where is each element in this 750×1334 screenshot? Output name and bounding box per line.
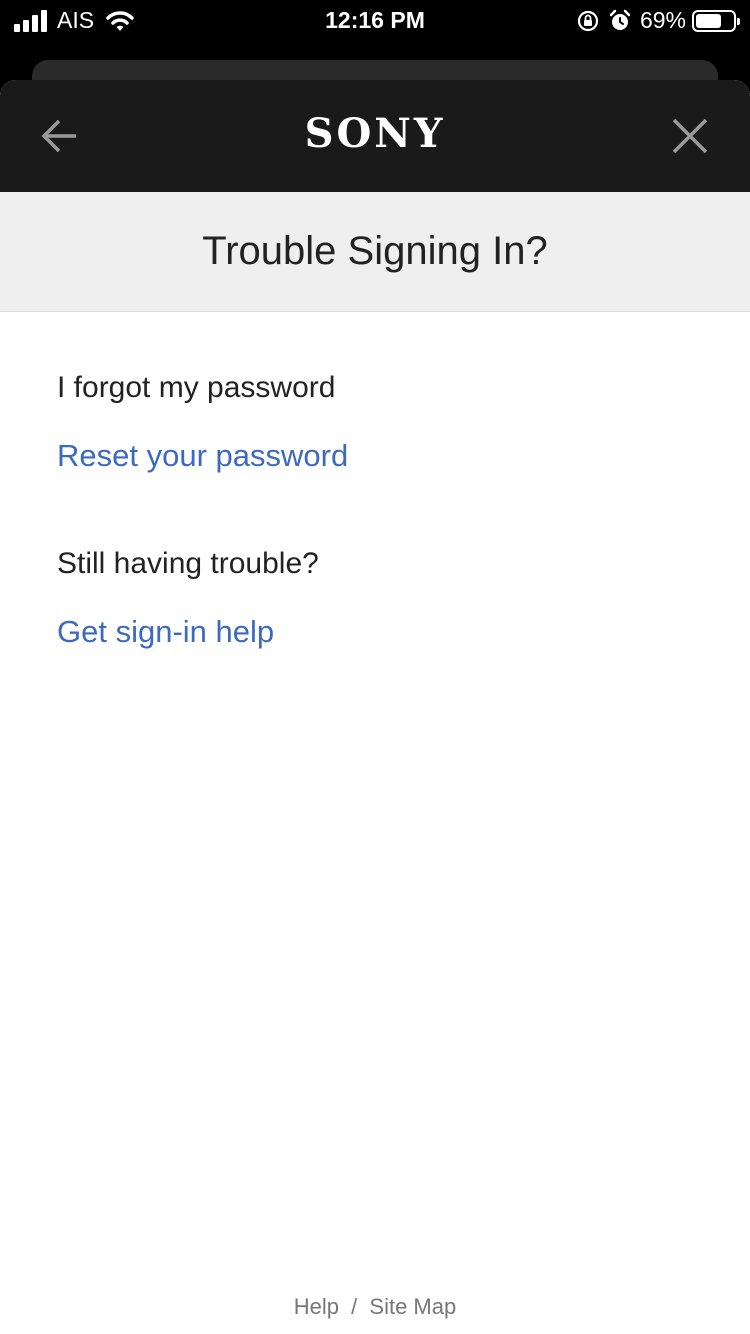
footer: Help / Site Map <box>0 1294 750 1320</box>
close-button[interactable] <box>670 116 710 156</box>
screen: AIS 12:16 PM 69% SONY Trouble Signing In… <box>0 0 750 1334</box>
still-trouble-heading: Still having trouble? <box>57 547 319 580</box>
help-link[interactable]: Help <box>294 1294 339 1319</box>
close-icon <box>672 118 708 154</box>
orientation-lock-icon <box>577 10 599 31</box>
battery-icon <box>692 9 740 32</box>
reset-password-link[interactable]: Reset your password <box>57 438 693 474</box>
sign-in-help-link[interactable]: Get sign-in help <box>57 614 693 650</box>
status-right: 69% <box>576 7 740 34</box>
app-header: SONY <box>0 80 750 192</box>
modal-sheet: SONY Trouble Signing In? I forgot my pas… <box>0 80 750 1334</box>
forgot-password-heading: I forgot my password <box>57 371 336 404</box>
battery-percent: 69% <box>639 7 686 33</box>
footer-separator: / <box>351 1294 358 1319</box>
title-band: Trouble Signing In? <box>0 192 750 312</box>
battery-fill <box>696 13 721 28</box>
site-map-link[interactable]: Site Map <box>369 1294 456 1319</box>
sony-logo: SONY <box>304 110 446 157</box>
forgot-password-section: I forgot my password Reset your password <box>57 370 693 474</box>
alarm-icon <box>609 9 631 30</box>
page-title: Trouble Signing In? <box>202 229 548 273</box>
still-trouble-section: Still having trouble? Get sign-in help <box>57 546 693 650</box>
battery-nub <box>737 17 740 25</box>
status-bar: AIS 12:16 PM 69% <box>0 0 750 42</box>
content: I forgot my password Reset your password… <box>0 312 750 650</box>
